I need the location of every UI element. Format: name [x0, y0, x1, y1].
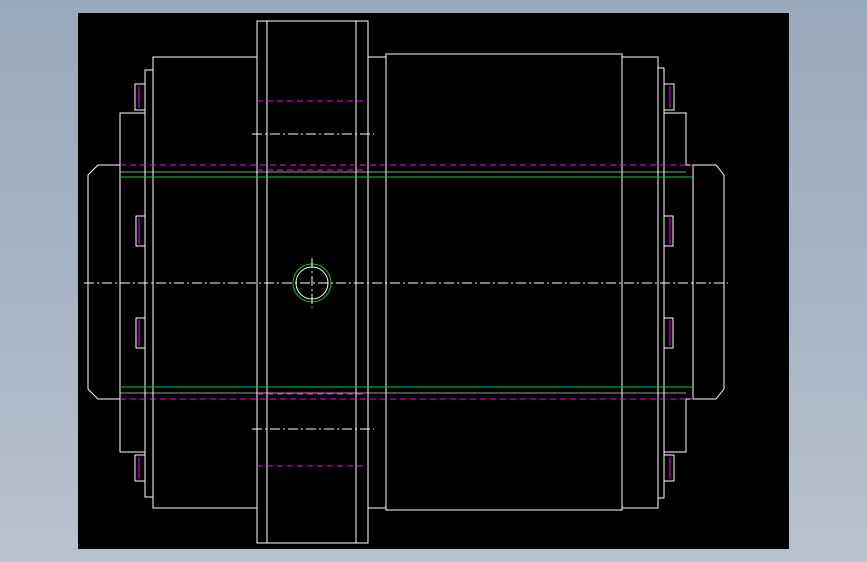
side-bolts [135, 215, 674, 349]
left-shaft-boss [87, 164, 121, 400]
cad-drawing-viewport[interactable] [78, 13, 789, 549]
bolt-head-right-1 [663, 83, 675, 111]
construction-lines [120, 176, 693, 388]
centerlines [84, 133, 728, 430]
bolt-head-left-2 [135, 215, 146, 247]
bolt-head-left-4 [134, 454, 146, 482]
right-shaft-boss [686, 164, 725, 400]
bolt-head-right-4 [663, 454, 675, 482]
bolt-head-right-3 [663, 317, 674, 349]
outline-geometry [87, 20, 725, 544]
bolt-head-right-2 [663, 215, 674, 247]
bolt-head-left-1 [134, 83, 146, 111]
cad-coupling-drawing [84, 20, 728, 544]
bolt-head-left-3 [135, 317, 146, 349]
right-hub-body [385, 53, 623, 511]
